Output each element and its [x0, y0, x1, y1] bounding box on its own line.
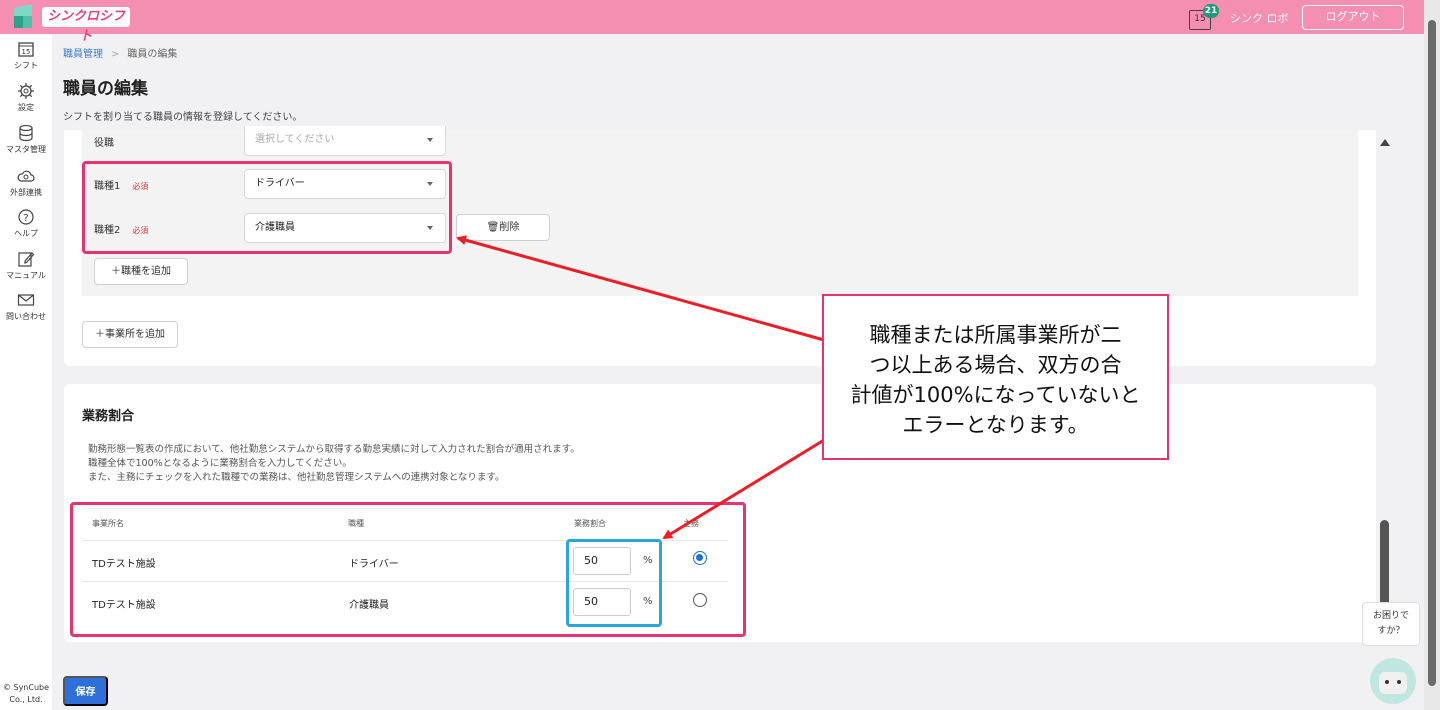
mail-icon	[17, 294, 35, 306]
breadcrumb-separator: >	[111, 49, 120, 60]
delete-job-button[interactable]: 🗑削除	[456, 214, 550, 241]
page-description: シフトを割り当てる職員の情報を登録してください。	[63, 112, 303, 123]
annotation-callout: 職種または所属事業所が二 つ以上ある場合、双方の合 計値が100%になっていない…	[822, 294, 1169, 460]
sidebar-item-label: シフト	[14, 61, 38, 70]
sidebar-item-manual[interactable]: マニュアル	[0, 250, 52, 281]
svg-text:?: ?	[23, 213, 28, 224]
page-title: 職員の編集	[63, 79, 148, 99]
role-select-placeholder: 選択してください	[255, 134, 335, 145]
sidebar-item-settings[interactable]: 設定	[0, 82, 52, 113]
description-line: 勤務形態一覧表の作成において、他社勤怠システムから取得する勤怠実績に対して入力さ…	[88, 444, 580, 455]
breadcrumb-parent[interactable]: 職員管理	[63, 49, 103, 60]
role-select[interactable]: 選択してください	[244, 126, 446, 156]
annotation-line: 計値が100%になっていないと	[850, 383, 1141, 407]
cloud-sync-icon	[17, 170, 35, 182]
logout-button[interactable]: ログアウト	[1302, 5, 1404, 30]
breadcrumb: 職員管理 > 職員の編集	[63, 45, 177, 60]
ratio-highlight-box	[566, 539, 662, 627]
gear-icon	[18, 83, 34, 99]
sidebar-item-integration[interactable]: 外部連携	[0, 167, 52, 198]
add-job-button[interactable]: ＋職種を追加	[94, 258, 188, 285]
sidebar-item-label: 外部連携	[10, 188, 42, 197]
help-bubble-line: すか？	[1377, 626, 1405, 636]
sidebar-item-label: マニュアル	[6, 271, 46, 280]
robot-assistant-icon[interactable]	[1370, 658, 1416, 704]
copyright: © SynCube Co., Ltd.	[0, 682, 52, 706]
notification-badge: 21	[1203, 4, 1219, 18]
annotation-line: エラーとなります。	[902, 413, 1089, 437]
edit-icon	[18, 252, 35, 267]
page-scrollbar[interactable]	[1424, 0, 1440, 710]
sidebar-item-label: 問い合わせ	[6, 312, 46, 321]
sidebar-item-label: ヘルプ	[14, 229, 38, 238]
chevron-down-icon	[427, 138, 433, 142]
job-highlight-box	[82, 161, 452, 254]
app-name: シンクロシフト	[42, 7, 130, 44]
notification-button[interactable]: 15 21	[1187, 4, 1219, 30]
sidebar-item-label: 設定	[18, 103, 34, 112]
sidebar: 15 シフト 設定 マスタ管理 外部連携 ? ヘルプ マニュアル 問い合わせ ©…	[0, 34, 52, 710]
top-header: シンクロシフト 15 21 シンク ロボ ログアウト	[0, 0, 1424, 44]
breadcrumb-current: 職員の編集	[127, 49, 178, 60]
database-icon	[19, 124, 33, 142]
page-scrollbar-thumb[interactable]	[1428, 20, 1436, 686]
description-line: また、主務にチェックを入れた職種での業務は、他社勤怠管理システムへの連携対象とな…	[88, 472, 505, 483]
description-line: 職種全体で100%となるように業務割合を入力してください。	[88, 458, 352, 469]
calendar-icon: 15	[18, 42, 34, 57]
logo-icon	[10, 4, 36, 30]
annotation-line: つ以上ある場合、双方の合	[869, 353, 1122, 377]
help-bubble-line: お困りで	[1372, 611, 1409, 621]
svg-text:15: 15	[22, 48, 31, 56]
copyright-line: Co., Ltd.	[9, 695, 43, 704]
annotation-line: 職種または所属事業所が二	[869, 323, 1122, 347]
scroll-up-arrow-icon[interactable]	[1380, 139, 1390, 146]
sidebar-item-label: マスタ管理	[6, 145, 46, 154]
user-name: シンク ロボ	[1230, 12, 1289, 25]
sidebar-item-contact[interactable]: 問い合わせ	[0, 291, 52, 322]
robot-eye	[1397, 680, 1401, 684]
add-office-button[interactable]: ＋事業所を追加	[82, 321, 178, 348]
copyright-line: © SynCube	[2, 683, 50, 692]
robot-eye	[1385, 680, 1389, 684]
robot-face	[1379, 672, 1407, 694]
role-label: 役職	[94, 138, 114, 149]
ratio-section-title: 業務割合	[82, 409, 135, 424]
help-bubble[interactable]: お困りで すか？	[1362, 602, 1420, 646]
ratio-description: 勤務形態一覧表の作成において、他社勤怠システムから取得する勤怠実績に対して入力さ…	[88, 443, 580, 485]
inner-scrollbar[interactable]	[1380, 520, 1389, 610]
app-logo[interactable]: シンクロシフト	[10, 4, 130, 44]
sidebar-item-master[interactable]: マスタ管理	[0, 124, 52, 155]
sidebar-item-help[interactable]: ? ヘルプ	[0, 208, 52, 239]
save-button[interactable]: 保存	[63, 676, 108, 706]
help-icon: ?	[18, 209, 34, 225]
sidebar-item-shift[interactable]: 15 シフト	[0, 40, 52, 71]
